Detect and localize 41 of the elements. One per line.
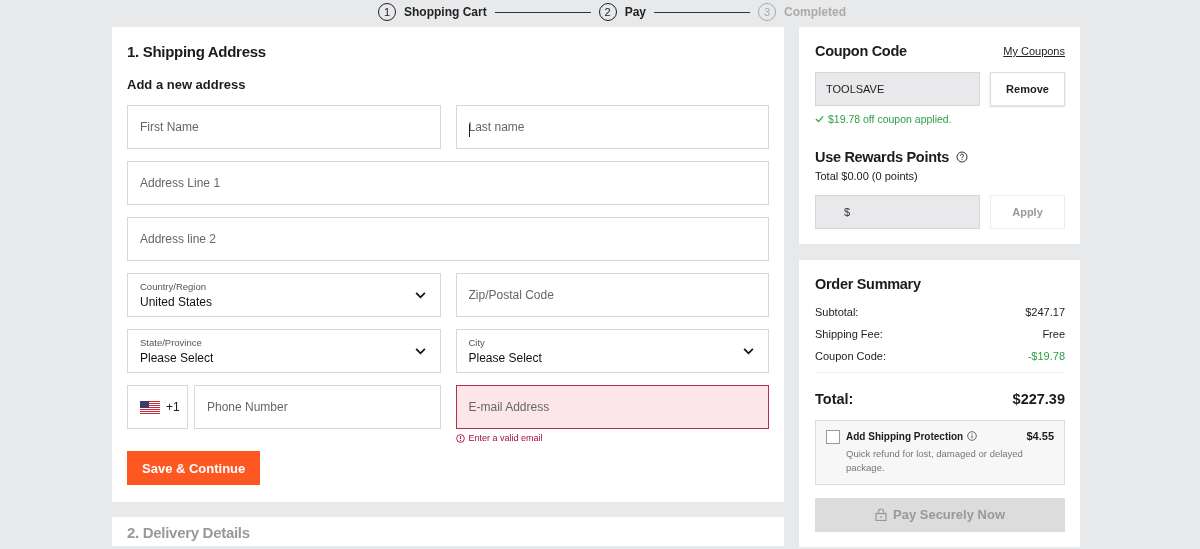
info-icon[interactable] [967,431,978,441]
select-field[interactable]: City Please Select [455,329,769,373]
success-message: $19.78 off coupon applied. [815,113,1065,125]
select-field[interactable]: Country/Region United States [127,273,441,317]
summary-label: Coupon Code: [815,350,886,362]
card-title: Order Summary [815,276,922,292]
card-title: Coupon Code [815,43,907,59]
card-title: Use Rewards Points [815,149,949,165]
points-total: Total $0.00 (0 points) [815,170,919,182]
lock-icon [875,508,887,522]
step-label: Shopping Cart [404,5,487,19]
protection-description: Quick refund for lost, damaged or delayed package. [846,447,1024,475]
step-label: Completed [784,5,847,19]
total-value: $227.39 [1012,391,1065,407]
country-code-select[interactable]: +1 [127,385,188,429]
section-title: 1. Shipping Address [127,43,267,60]
protection-price: $4.55 [1026,430,1054,442]
summary-value: -$19.78 [1027,350,1065,362]
chevron-down-icon [414,291,426,299]
summary-label: Shipping Fee: [815,328,883,340]
total-label: Total: [815,391,854,407]
coupon-field[interactable]: TOOLSAVE [815,72,980,106]
remove-button[interactable]: Remove [990,72,1065,106]
error-message: Enter a valid email [455,433,769,443]
alert-icon [455,433,465,443]
check-icon [815,115,824,123]
select-field[interactable]: State/Province Please Select [127,329,441,373]
my-coupons-link[interactable]: My Coupons [1003,45,1065,57]
chevron-down-icon [743,347,754,355]
summary-value: Free [1042,328,1065,340]
summary-label: Subtotal: [815,306,859,318]
protection-title: Add Shipping Protection [846,430,964,442]
section-title: 2. Delivery Details [127,524,251,541]
summary-value: $247.17 [1025,306,1065,318]
input-field[interactable]: E-mail Address [455,385,769,429]
flag-icon [140,400,160,414]
checkbox[interactable] [826,430,840,444]
chevron-down-icon [414,347,426,355]
step-label: Pay [624,5,647,19]
section-subtitle: Add a new address [127,77,247,92]
help-icon[interactable] [956,151,968,163]
